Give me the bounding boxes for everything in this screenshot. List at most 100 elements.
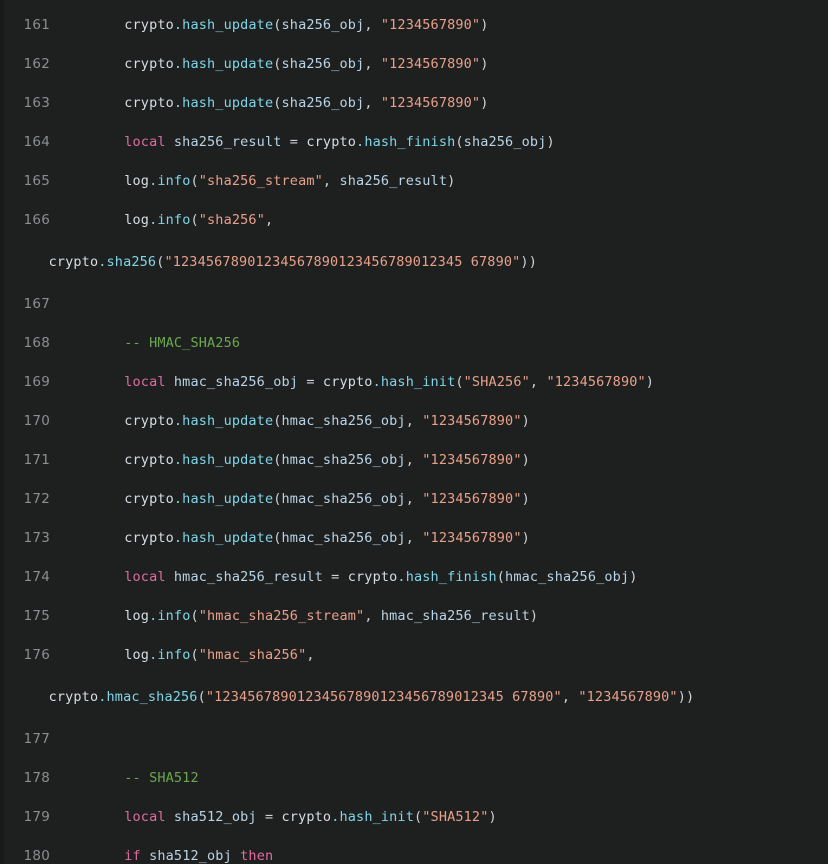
code-line-row[interactable]: 168 -- HMAC_SHA256 [4,324,828,363]
line-number[interactable]: 177 [4,720,58,759]
code-line-text[interactable]: local sha256_result = crypto.hash_finish… [58,123,828,162]
code-token: , [264,212,274,228]
code-token: .hash_init [331,809,414,825]
code-line-text[interactable]: log.info("sha256_stream", sha256_result) [58,162,828,201]
code-line-row[interactable]: 179 local sha512_obj = crypto.hash_init(… [4,798,828,837]
line-number[interactable]: 173 [4,519,58,558]
code-token: , [306,647,315,663]
code-token: "1234567890" [380,95,481,111]
code-line-text[interactable]: log.info("hmac_sha256", [58,636,828,675]
code-line-row[interactable]: 175 log.info("hmac_sha256_stream", hmac_… [4,597,828,636]
code-line-row[interactable]: 173 crypto.hash_update(hmac_sha256_obj, … [4,519,828,558]
code-line-row[interactable]: 180 if sha512_obj then [4,837,828,864]
line-number[interactable]: 174 [4,558,58,597]
code-line-text[interactable]: crypto.hash_update(hmac_sha256_obj, "123… [58,402,828,441]
code-line-wrap-row[interactable]: crypto.hmac_sha256("12345678901234567890… [4,675,828,720]
code-token: if [124,848,141,864]
code-token: ) [521,413,530,429]
code-token: ) [629,569,638,585]
code-line-row[interactable]: 163 crypto.hash_update(sha256_obj, "1234… [4,84,828,123]
line-number[interactable]: 178 [4,759,58,798]
line-number[interactable]: 164 [4,123,58,162]
line-number[interactable]: 166 [4,201,58,240]
code-line-row[interactable]: 169 local hmac_sha256_obj = crypto.hash_… [4,363,828,402]
code-line-text[interactable]: local hmac_sha256_obj = crypto.hash_init… [58,363,828,402]
code-token: crypto [48,689,99,705]
code-line-row[interactable]: 174 local hmac_sha256_result = crypto.ha… [4,558,828,597]
code-line-text[interactable]: log.info("sha256", [58,201,828,240]
code-token: , [405,413,423,429]
code-line-wrap-row[interactable]: crypto.sha256("1234567890123456789012345… [4,240,828,285]
code-token: ) [521,452,530,468]
code-token: , [405,452,423,468]
line-number[interactable]: 165 [4,162,58,201]
code-token: ) [447,173,456,189]
code-token: "sha256_stream" [198,173,323,189]
line-number[interactable]: 170 [4,402,58,441]
code-line-row[interactable]: 176 log.info("hmac_sha256", [4,636,828,675]
code-line-row[interactable]: 162 crypto.hash_update(sha256_obj, "1234… [4,45,828,84]
code-line-row[interactable]: 172 crypto.hash_update(hmac_sha256_obj, … [4,480,828,519]
code-editor-viewport[interactable]: 161 crypto.hash_update(sha256_obj, "1234… [0,0,828,864]
code-token: crypto [124,413,174,429]
code-line-wrap-text[interactable]: crypto.hmac_sha256("12345678901234567890… [32,675,828,720]
code-token: , [322,173,340,189]
line-number[interactable]: 172 [4,480,58,519]
code-line-text[interactable]: log.info("hmac_sha256_stream", hmac_sha2… [58,597,828,636]
code-line-text[interactable]: crypto.hash_update(sha256_obj, "12345678… [58,84,828,123]
code-token: crypto [306,134,357,150]
code-token: .hash_update [173,17,274,33]
line-number[interactable]: 161 [4,6,58,45]
code-line-row[interactable]: 178 -- SHA512 [4,759,828,798]
code-line-row[interactable]: 166 log.info("sha256", [4,201,828,240]
code-line-row[interactable]: 167 [4,285,828,324]
code-line-text[interactable]: if sha512_obj then [58,837,828,864]
line-number[interactable]: 169 [4,363,58,402]
code-token: = [256,809,282,825]
code-line-text[interactable]: crypto.hash_update(sha256_obj, "12345678… [58,45,828,84]
code-token: ) [546,134,555,150]
code-line-text[interactable]: crypto.hash_update(hmac_sha256_obj, "123… [58,480,828,519]
code-token: .hash_update [173,530,274,546]
code-line-text[interactable]: crypto.hash_update(hmac_sha256_obj, "123… [58,441,828,480]
line-number[interactable]: 168 [4,324,58,363]
code-token: local [124,569,166,585]
code-line-row[interactable]: 177 [4,720,828,759]
code-token: "sha256" [198,212,265,228]
code-token: ) [480,56,489,72]
code-line-text[interactable]: -- HMAC_SHA256 [58,324,828,363]
line-number[interactable]: 163 [4,84,58,123]
line-number[interactable]: 167 [4,285,58,324]
line-number[interactable]: 175 [4,597,58,636]
code-line-text[interactable]: local sha512_obj = crypto.hash_init("SHA… [58,798,828,837]
code-line-row[interactable]: 161 crypto.hash_update(sha256_obj, "1234… [4,6,828,45]
code-token: "1234567890" [422,452,522,468]
code-token: .hash_update [173,95,274,111]
line-number[interactable]: 176 [4,636,58,675]
code-token: .info [149,212,191,228]
code-line-row[interactable]: 171 crypto.hash_update(hmac_sha256_obj, … [4,441,828,480]
code-token: .hash_finish [356,134,456,150]
code-line-text[interactable]: crypto.hash_update(sha256_obj, "12345678… [58,6,828,45]
code-line-row[interactable]: 164 local sha256_result = crypto.hash_fi… [4,123,828,162]
code-line-text[interactable]: crypto.hash_update(hmac_sha256_obj, "123… [58,519,828,558]
code-line-row[interactable]: 165 log.info("sha256_stream", sha256_res… [4,162,828,201]
code-token: ( [273,95,282,111]
code-token: = [298,374,323,390]
code-token: sha256_obj [281,95,365,111]
line-number[interactable]: 179 [4,798,58,837]
line-number[interactable]: 171 [4,441,58,480]
code-line-row[interactable]: 170 crypto.hash_update(hmac_sha256_obj, … [4,402,828,441]
line-number[interactable]: 180 [4,837,58,864]
code-line-wrap-text[interactable]: crypto.sha256("1234567890123456789012345… [32,240,828,285]
line-number[interactable]: 162 [4,45,58,84]
code-line-text[interactable]: local hmac_sha256_result = crypto.hash_f… [58,558,828,597]
code-token: hmac_sha256_obj [281,530,406,546]
code-line-text[interactable]: -- SHA512 [58,759,828,798]
